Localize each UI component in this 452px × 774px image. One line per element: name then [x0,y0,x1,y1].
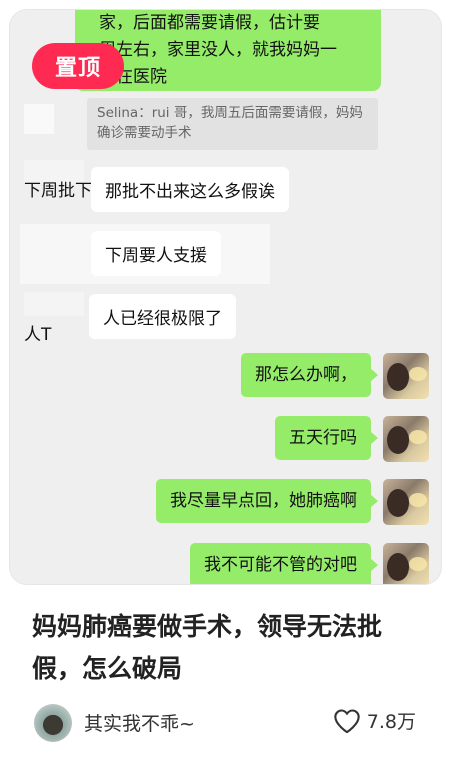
top-green-message: 家，后面都需要请假，估计要 周左右，家里没人，就我妈妈一 人在医院 [75,10,381,91]
author-avatar[interactable] [34,704,72,742]
incoming-message: 下周要人支援 [91,231,221,276]
like-button[interactable]: 7.8万 [333,707,416,734]
partial-text: 下周批下 [24,181,92,201]
outgoing-message: 我尽量早点回，她肺癌啊 [156,479,378,523]
chat-screenshot-card[interactable]: 置顶 家，后面都需要请假，估计要 周左右，家里没人，就我妈妈一 人在医院 Sel… [9,9,442,585]
sender-avatar [383,543,429,584]
post-title[interactable]: 妈妈肺癌要做手术，领导无法批假，怎么破局 [32,606,427,690]
pinned-badge: 置顶 [32,43,124,89]
redaction-mosaic [24,292,84,316]
incoming-message: 那批不出来这么多假诶 [91,167,289,212]
heart-outline-icon [334,708,360,733]
redaction-mosaic [24,104,54,134]
outgoing-message: 那怎么办啊， [241,353,378,397]
top-green-message-text: 家，后面都需要请假，估计要 周左右，家里没人，就我妈妈一 人在医院 [99,13,337,87]
sender-avatar [383,416,429,462]
outgoing-message: 五天行吗 [275,416,378,460]
author-name[interactable]: 其实我不乖~ [84,709,195,736]
sender-avatar [383,479,429,525]
partial-text: 人T [24,325,52,345]
outgoing-message: 我不可能不管的对吧 [190,543,378,584]
incoming-message: 人已经很极限了 [89,294,236,339]
sender-avatar [383,353,429,399]
like-count: 7.8万 [366,711,416,733]
quoted-message: Selina：rui 哥，我周五后面需要请假，妈妈确诊需要动手术 [87,98,378,150]
